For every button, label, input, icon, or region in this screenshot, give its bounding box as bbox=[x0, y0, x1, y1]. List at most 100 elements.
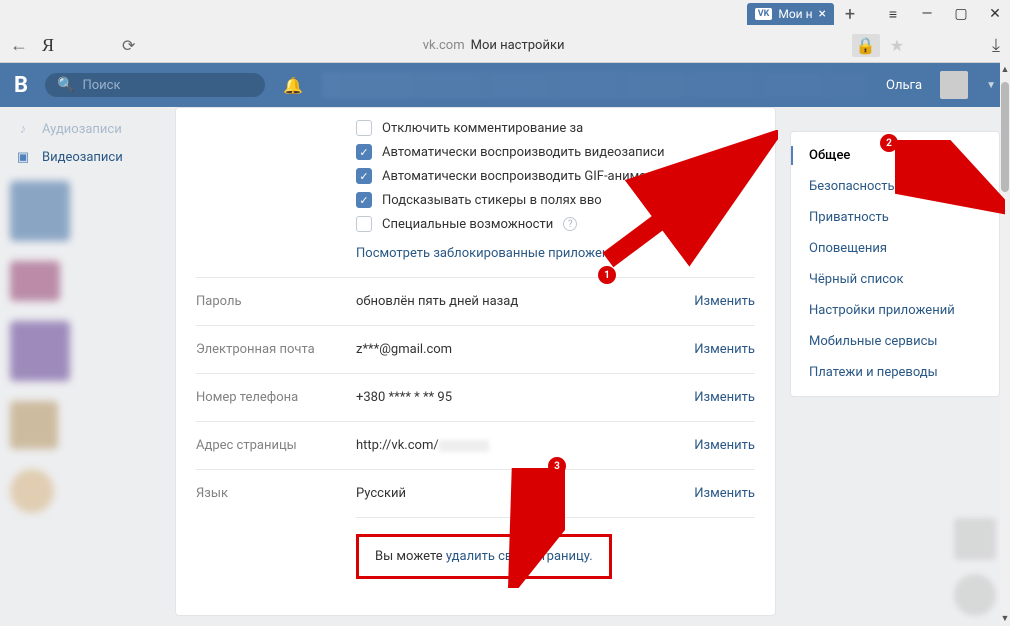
nav-audio[interactable]: ♪ Аудиозаписи bbox=[0, 115, 175, 143]
nav-audio-label: Аудиозаписи bbox=[42, 122, 122, 137]
close-icon[interactable]: × bbox=[819, 7, 826, 21]
cb-label: Подсказывать стикеры в полях вво bbox=[382, 193, 602, 208]
checkbox-unchecked-icon[interactable] bbox=[356, 216, 372, 232]
maximize-icon[interactable]: ▢ bbox=[954, 7, 968, 21]
address-bar: ← Я ⟳ vk.com Мои настройки 🔒 ★ ⤓ bbox=[0, 28, 1010, 62]
delete-account-row: Вы можете удалить свою страницу. bbox=[356, 517, 755, 595]
reload-icon[interactable]: ⟳ bbox=[122, 36, 135, 55]
vk-badge-icon: VK bbox=[755, 8, 773, 20]
url-display[interactable]: vk.com Мои настройки bbox=[149, 38, 837, 53]
sidebar-item-apps[interactable]: Настройки приложений bbox=[791, 295, 999, 326]
back-icon[interactable]: ← bbox=[10, 35, 28, 56]
tab-bar: VK Мои н × + ≡ — ▢ ✕ bbox=[0, 0, 1010, 28]
close-window-icon[interactable]: ✕ bbox=[988, 7, 1002, 21]
row-label: Электронная почта bbox=[196, 342, 356, 357]
yandex-icon[interactable]: Я bbox=[42, 35, 54, 56]
left-nav: ♪ Аудиозаписи ▣ Видеозаписи bbox=[0, 107, 175, 626]
sidebar-item-security[interactable]: Безопасность bbox=[791, 171, 999, 202]
cb-label: Автоматически воспроизводить видеозаписи bbox=[382, 145, 664, 160]
vk-header: B 🔍 🔔 Ольга ▼ bbox=[0, 63, 1010, 107]
minimize-icon[interactable]: — bbox=[920, 7, 934, 21]
scroll-thumb[interactable] bbox=[1001, 82, 1009, 192]
row-value: http://vk.com/ bbox=[356, 438, 694, 453]
chevron-down-icon[interactable]: ▼ bbox=[986, 80, 996, 91]
checkbox-checked-icon[interactable]: ✓ bbox=[356, 192, 372, 208]
settings-panel: Отключить комментирование за ✓ Автоматич… bbox=[175, 107, 776, 616]
avatar[interactable] bbox=[940, 71, 968, 99]
annotation-dot-3: 3 bbox=[548, 457, 566, 475]
cb-label: Специальные возможности bbox=[382, 217, 553, 232]
username[interactable]: Ольга bbox=[886, 78, 922, 93]
row-label: Язык bbox=[196, 486, 356, 501]
vk-logo-icon[interactable]: B bbox=[14, 73, 27, 98]
blur-thumb bbox=[954, 518, 996, 560]
music-icon: ♪ bbox=[14, 120, 32, 138]
row-phone: Номер телефона +380 **** * ** 95 Изменит… bbox=[196, 373, 755, 421]
cb-accessibility[interactable]: Специальные возможности ? bbox=[356, 212, 755, 236]
bookmark-icon[interactable]: ★ bbox=[890, 36, 904, 55]
change-link[interactable]: Изменить bbox=[694, 390, 755, 405]
cb-autoplay-gif[interactable]: ✓ Автоматически воспроизводить GIF-анима… bbox=[356, 164, 755, 188]
blur-thumb bbox=[10, 181, 70, 241]
row-label: Адрес страницы bbox=[196, 438, 356, 453]
scroll-down-icon[interactable]: ▼ bbox=[1000, 611, 1010, 625]
blur-thumb bbox=[954, 574, 996, 616]
annotation-frame: Вы можете удалить свою страницу. bbox=[356, 534, 612, 579]
cb-autoplay-video[interactable]: ✓ Автоматически воспроизводить видеозапи… bbox=[356, 140, 755, 164]
annotation-dot-2: 2 bbox=[880, 134, 898, 152]
blur-thumb bbox=[10, 321, 70, 381]
blur-thumb bbox=[10, 401, 58, 449]
right-thumbs bbox=[954, 518, 996, 616]
cb-sticker-hints[interactable]: ✓ Подсказывать стикеры в полях вво bbox=[356, 188, 755, 212]
menu-icon[interactable]: ≡ bbox=[886, 7, 900, 21]
search-box[interactable]: 🔍 bbox=[45, 73, 265, 97]
video-icon: ▣ bbox=[14, 148, 32, 166]
annotation-dot-1: 1 bbox=[598, 266, 616, 284]
notifications-icon[interactable]: 🔔 bbox=[283, 76, 303, 95]
scroll-up-icon[interactable]: ▲ bbox=[1000, 62, 1010, 76]
sidebar-item-mobile[interactable]: Мобильные сервисы bbox=[791, 326, 999, 357]
window-controls: ≡ — ▢ ✕ bbox=[886, 7, 1002, 21]
search-input[interactable] bbox=[82, 78, 253, 93]
checkbox-checked-icon[interactable]: ✓ bbox=[356, 168, 372, 184]
row-language: Язык Русский Изменить bbox=[196, 469, 755, 517]
tab-title: Мои н bbox=[778, 7, 812, 21]
checkbox-checked-icon[interactable]: ✓ bbox=[356, 144, 372, 160]
checkbox-unchecked-icon[interactable] bbox=[356, 120, 372, 136]
sidebar-item-notifications[interactable]: Оповещения bbox=[791, 233, 999, 264]
browser-chrome: VK Мои н × + ≡ — ▢ ✕ ← Я ⟳ vk.com Мои на… bbox=[0, 0, 1010, 63]
new-tab-button[interactable]: + bbox=[838, 2, 862, 26]
settings-sidebar: Общее Безопасность Приватность Оповещени… bbox=[790, 131, 1000, 397]
nav-video[interactable]: ▣ Видеозаписи bbox=[0, 143, 175, 171]
downloads-icon[interactable]: ⤓ bbox=[992, 35, 1000, 56]
sidebar-item-privacy[interactable]: Приватность bbox=[791, 202, 999, 233]
change-link[interactable]: Изменить bbox=[694, 486, 755, 501]
scrollbar[interactable]: ▲ ▼ bbox=[1000, 62, 1010, 625]
row-label: Пароль bbox=[196, 294, 356, 309]
help-icon[interactable]: ? bbox=[563, 217, 577, 231]
cb-label: Отключить комментирование за bbox=[382, 121, 583, 136]
row-label: Номер телефона bbox=[196, 390, 356, 405]
blocked-apps-link[interactable]: Посмотреть заблокированные приложения bbox=[356, 236, 755, 277]
lock-icon[interactable]: 🔒 bbox=[852, 34, 880, 57]
sidebar-item-payments[interactable]: Платежи и переводы bbox=[791, 357, 999, 388]
delete-prefix: Вы можете bbox=[375, 549, 446, 564]
main-area: ♪ Аудиозаписи ▣ Видеозаписи Отключить ко… bbox=[0, 107, 1010, 626]
cb-disable-comments[interactable]: Отключить комментирование за bbox=[356, 116, 755, 140]
header-blur-area bbox=[321, 71, 868, 99]
content-area: Отключить комментирование за ✓ Автоматич… bbox=[175, 107, 1010, 626]
row-value: +380 **** * ** 95 bbox=[356, 390, 694, 405]
change-link[interactable]: Изменить bbox=[694, 438, 755, 453]
browser-tab[interactable]: VK Мои н × bbox=[747, 3, 834, 25]
row-value: z***@gmail.com bbox=[356, 342, 694, 357]
left-blur-area bbox=[0, 171, 175, 523]
url-host: vk.com bbox=[423, 38, 465, 53]
delete-account-link[interactable]: удалить свою страницу. bbox=[446, 549, 593, 564]
change-link[interactable]: Изменить bbox=[694, 342, 755, 357]
sidebar-item-blacklist[interactable]: Чёрный список bbox=[791, 264, 999, 295]
cb-label: Автоматически воспроизводить GIF-анимаци… bbox=[382, 169, 669, 184]
row-value: обновлён пять дней назад bbox=[356, 294, 694, 309]
search-icon: 🔍 bbox=[57, 77, 74, 93]
row-value: Русский bbox=[356, 486, 694, 501]
change-link[interactable]: Изменить bbox=[694, 294, 755, 309]
